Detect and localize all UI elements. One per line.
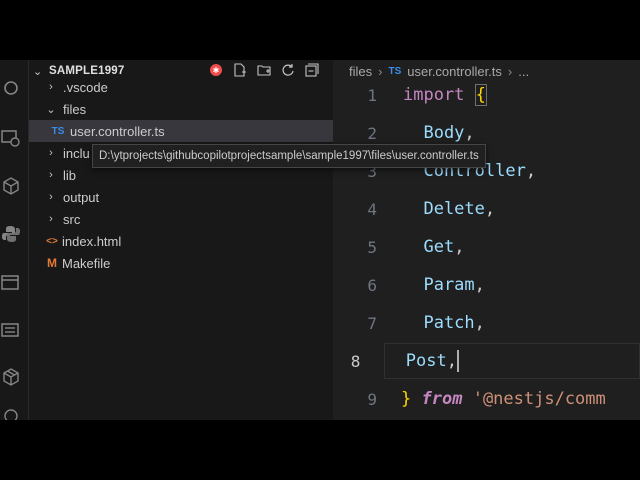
code-line[interactable]: 6 Param, — [333, 266, 640, 304]
code-token: { — [474, 84, 487, 106]
activity-bar — [0, 60, 29, 420]
code-line[interactable]: 1 import { — [333, 76, 640, 114]
makefile-icon: M — [47, 256, 57, 270]
chevron-right-icon: › — [49, 81, 53, 93]
code-line[interactable]: 5 Get, — [333, 228, 640, 266]
terminal-panel-icon[interactable] — [0, 272, 22, 294]
code-token: , — [464, 123, 475, 143]
tree-item-label: inclu — [63, 145, 90, 161]
explorer-sidebar: ⌄ SAMPLE1997 ✱ › .vscode ⌄ files TS user… — [29, 60, 352, 420]
tree-item-label: src — [63, 211, 81, 227]
code-editor[interactable]: 1 import { 2 Body, 3 Controller, 4 Delet… — [333, 82, 640, 420]
code-token: , — [454, 237, 465, 257]
code-text: } from '@nestjs/comm — [401, 389, 606, 409]
code-token: Delete — [403, 199, 485, 219]
code-line-current[interactable]: 8 Post, — [333, 342, 640, 380]
code-text: import { — [403, 84, 487, 106]
tree-item-files[interactable]: ⌄ files — [29, 98, 348, 120]
editor-area[interactable]: files › TS user.controller.ts › ... 1 im… — [333, 60, 640, 420]
file-path-tooltip: D:\ytprojects\githubcopilotprojectsample… — [92, 144, 486, 168]
tree-item-index-html[interactable]: <> index.html — [29, 230, 346, 252]
code-line[interactable]: 7 Patch, — [333, 304, 640, 342]
tree-item-label: Makefile — [62, 255, 111, 271]
typescript-file-icon: TS — [51, 125, 65, 137]
chevron-right-icon: › — [49, 169, 53, 181]
line-number: 8 — [350, 351, 361, 371]
line-number: 2 — [367, 123, 377, 143]
tree-item-label: files — [63, 101, 87, 117]
line-number: 4 — [367, 199, 377, 219]
html-file-icon: <> — [46, 235, 58, 247]
chevron-right-icon: › — [49, 213, 53, 225]
line-number: 5 — [367, 237, 377, 257]
package-icon[interactable] — [0, 366, 22, 388]
code-token: , — [484, 199, 496, 219]
line-number: 1 — [367, 85, 377, 105]
accounts-icon[interactable] — [0, 405, 22, 420]
code-text: Patch, — [403, 313, 485, 333]
tree-item-user-controller[interactable]: TS user.controller.ts — [29, 120, 352, 142]
tree-item-label: .vscode — [63, 79, 108, 95]
tree-item-makefile[interactable]: M Makefile — [29, 252, 346, 274]
tree-item-src[interactable]: › src — [29, 208, 348, 230]
code-text: Delete, — [403, 199, 495, 219]
code-token: } — [401, 389, 412, 409]
code-text: Body, — [403, 123, 475, 143]
extensions-icon[interactable] — [0, 175, 22, 197]
tree-item-output[interactable]: › output — [29, 186, 348, 208]
code-token: , — [525, 161, 537, 181]
svg-text:✱: ✱ — [213, 66, 220, 75]
python-icon[interactable] — [0, 223, 22, 245]
code-token: Patch — [403, 313, 475, 333]
chevron-right-icon: › — [49, 191, 53, 203]
code-text: Post, — [384, 343, 640, 379]
code-token: , — [446, 351, 457, 371]
tree-item-label: index.html — [62, 233, 122, 249]
code-token: Body — [403, 123, 465, 143]
line-number: 9 — [367, 389, 377, 409]
line-number: 6 — [367, 275, 377, 295]
code-token: , — [474, 313, 485, 333]
run-debug-icon[interactable] — [0, 127, 22, 149]
code-token: Param — [403, 275, 475, 295]
line-number: 7 — [367, 313, 377, 333]
tree-item-label: output — [63, 189, 100, 205]
code-line[interactable]: 4 Delete, — [333, 190, 640, 228]
code-token: import — [403, 85, 465, 105]
code-text: Param, — [403, 275, 485, 295]
typescript-file-icon: TS — [388, 65, 402, 77]
chevron-right-icon: › — [49, 147, 53, 159]
tree-item-vscode[interactable]: › .vscode — [29, 76, 348, 98]
tree-item-label: lib — [63, 167, 77, 183]
code-token: from — [421, 389, 463, 409]
code-token: , — [474, 275, 485, 295]
chevron-down-icon: ⌄ — [46, 103, 56, 116]
tree-item-label: user.controller.ts — [70, 123, 165, 139]
remote-explorer-icon[interactable] — [0, 319, 22, 341]
code-token: Post — [385, 351, 447, 371]
search-icon[interactable] — [0, 77, 22, 99]
vscode-window: ⌄ SAMPLE1997 ✱ › .vscode ⌄ files TS user… — [0, 60, 640, 420]
code-line[interactable]: 9 } from '@nestjs/comm — [333, 380, 640, 418]
text-cursor — [457, 350, 459, 372]
code-token: Get — [403, 237, 455, 257]
code-text: Get, — [403, 237, 464, 257]
code-token: '@nestjs/comm — [472, 389, 606, 409]
